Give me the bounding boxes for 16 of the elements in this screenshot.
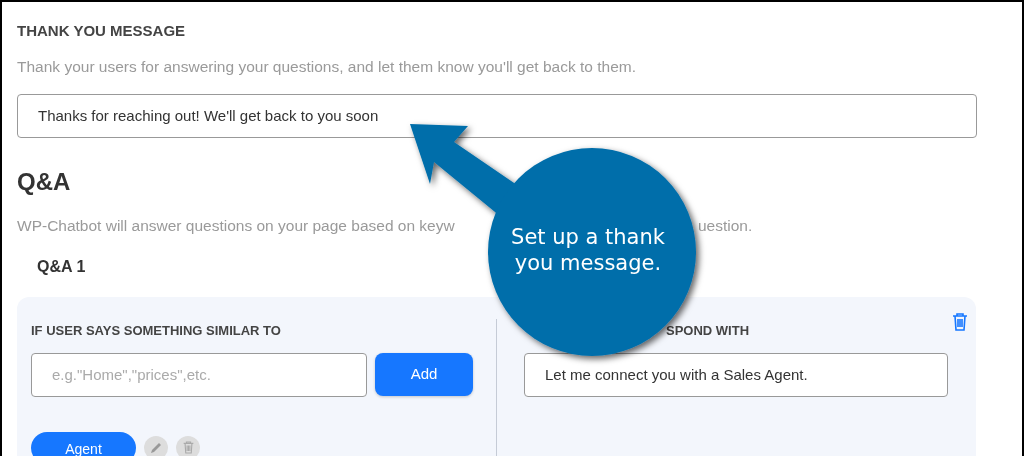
add-button[interactable]: Add: [375, 352, 473, 396]
column-heading: SPOND WITH: [666, 322, 751, 340]
message-field[interactable]: Thanks for reaching out! We'll get back to you soon: [17, 93, 977, 138]
section-title: THANK YOU MESSAGE: [17, 21, 187, 41]
section-title: Q&A: [17, 166, 72, 197]
keyword-tag[interactable]: Agent: [31, 431, 136, 456]
delete-icon[interactable]: [176, 435, 200, 456]
section-description: Thank your users for answering your questions, and let them know you'll get back to them.: [17, 56, 637, 77]
section-description: uestion.: [698, 215, 753, 236]
response-field[interactable]: Let me connect you with a Sales Agent.: [524, 352, 948, 397]
column-heading: IF USER SAYS SOMETHING SIMILAR TO: [31, 322, 282, 340]
keyword-field[interactable]: e.g."Home","prices",etc.: [31, 352, 367, 397]
callout-text: Set up a thank you message.: [510, 224, 666, 277]
section-description: WP-Chatbot will answer questions on your page based on keyw: [17, 215, 455, 236]
edit-icon[interactable]: [144, 435, 168, 456]
item-title: Q&A 1: [37, 257, 86, 277]
